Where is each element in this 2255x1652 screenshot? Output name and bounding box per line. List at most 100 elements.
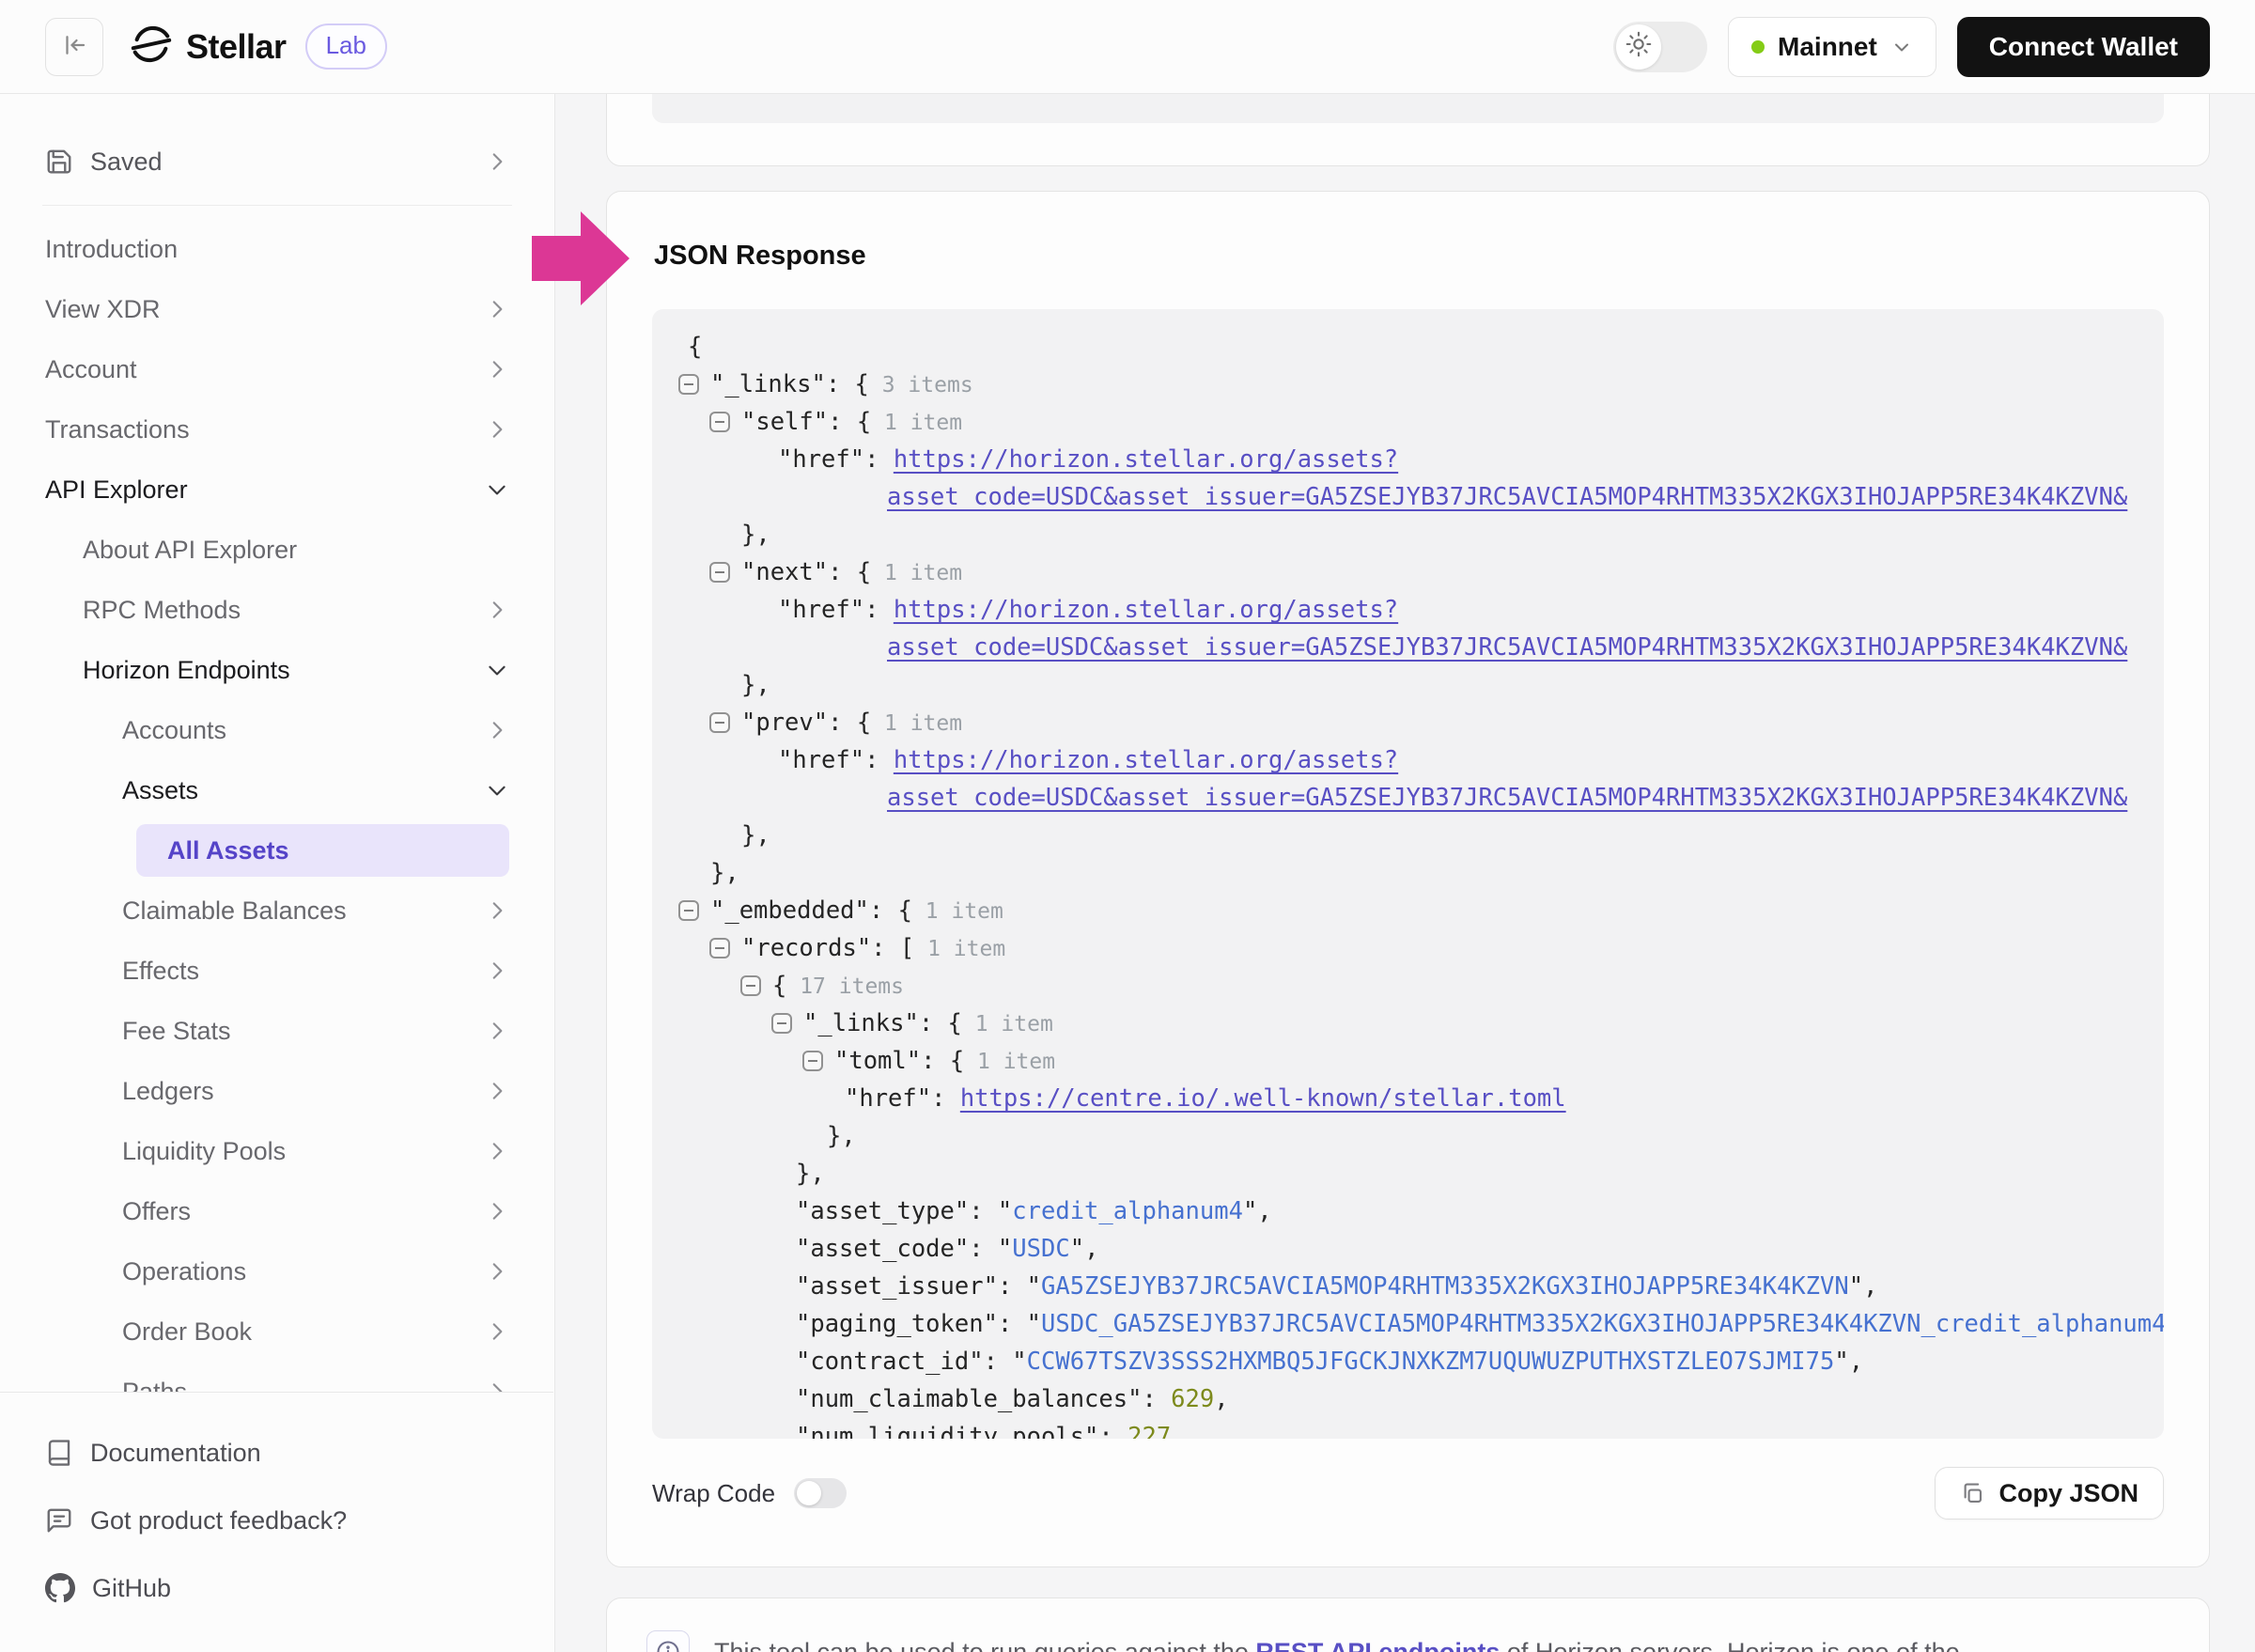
json-link[interactable]: https://horizon.stellar.org/assets? [894, 746, 1398, 774]
sidebar-item-label: Effects [122, 957, 199, 986]
json-line: asset_code=USDC&asset_issuer=GA5ZSEJYB37… [652, 478, 2164, 516]
sidebar-footer-item-github[interactable]: GitHub [0, 1554, 553, 1622]
collapse-toggle-icon[interactable] [678, 900, 699, 921]
sidebar: Saved IntroductionView XDRAccount Transac… [0, 94, 555, 1652]
sidebar-item-view-xdr[interactable]: View XDR [0, 279, 554, 339]
json-link[interactable]: https://horizon.stellar.org/assets? [894, 445, 1398, 474]
brand-logo[interactable]: Stellar Lab [130, 23, 387, 70]
sidebar-item-fee-stats[interactable]: Fee Stats [0, 1001, 554, 1061]
sun-icon [1625, 31, 1652, 62]
json-line: "_links": { 3 items [652, 366, 2164, 403]
rest-api-endpoints-link[interactable]: REST API endpoints [1255, 1638, 1500, 1652]
json-token: USDC [1012, 1235, 1069, 1263]
sidebar-item-claimable-balances[interactable]: Claimable Balances [0, 881, 554, 941]
json-token: }, [710, 859, 739, 887]
chevron-right-icon [485, 1139, 509, 1163]
json-response-card: JSON Response {"_links": { 3 items"self"… [606, 191, 2210, 1567]
chevron-right-icon [485, 718, 509, 742]
json-token: credit_alphanum4 [1012, 1197, 1243, 1225]
json-token: ", [1834, 1348, 1863, 1376]
sidebar-item-offers[interactable]: Offers [0, 1181, 554, 1241]
collapse-toggle-icon[interactable] [771, 1013, 792, 1034]
info-note-text: This tool can be used to run queries aga… [714, 1630, 1960, 1652]
sidebar-item-label: All Assets [167, 836, 289, 865]
collapse-toggle-icon[interactable] [709, 412, 730, 432]
sidebar-nav-list: IntroductionView XDRAccount Transactions A… [0, 219, 554, 1422]
sidebar-footer-label: GitHub [92, 1574, 171, 1603]
sidebar-item-label: About API Explorer [83, 536, 297, 565]
sidebar-divider [42, 205, 512, 206]
json-token: ", [1849, 1272, 1878, 1301]
item-count-label: 1 item [914, 937, 1005, 961]
collapse-toggle-icon[interactable] [678, 374, 699, 395]
collapse-toggle-icon[interactable] [709, 712, 730, 733]
json-token: "asset_issuer": " [796, 1272, 1041, 1301]
collapse-toggle-icon[interactable] [740, 975, 761, 996]
json-link[interactable]: asset_code=USDC&asset_issuer=GA5ZSEJYB37… [887, 483, 2127, 511]
network-selector[interactable]: Mainnet [1728, 17, 1936, 77]
json-line: }, [652, 666, 2164, 704]
json-line: asset_code=USDC&asset_issuer=GA5ZSEJYB37… [652, 779, 2164, 817]
collapse-toggle-icon[interactable] [709, 938, 730, 958]
sidebar-item-rpc-methods[interactable]: RPC Methods [0, 580, 554, 640]
sidebar-item-label: Assets [122, 776, 198, 805]
sidebar-item-account[interactable]: Account [0, 339, 554, 399]
json-token: "records": [ [741, 934, 914, 962]
json-line: "_embedded": { 1 item [652, 892, 2164, 929]
json-line: "next": { 1 item [652, 553, 2164, 591]
json-token: "contract_id": " [796, 1348, 1027, 1376]
previous-section-card [606, 94, 2210, 166]
sidebar-item-all-assets[interactable]: All Assets [0, 820, 554, 881]
json-line: { 17 items [652, 967, 2164, 1005]
sidebar-item-liquidity-pools[interactable]: Liquidity Pools [0, 1121, 554, 1181]
sidebar-item-effects[interactable]: Effects [0, 941, 554, 1001]
sidebar-item-transactions[interactable]: Transactions [0, 399, 554, 460]
json-token: { [688, 333, 702, 361]
sidebar-item-label: Offers [122, 1197, 191, 1226]
json-link[interactable]: asset_code=USDC&asset_issuer=GA5ZSEJYB37… [887, 784, 2127, 812]
sidebar-footer-item-documentation[interactable]: Documentation [0, 1419, 553, 1487]
item-count-label: 1 item [912, 899, 1003, 924]
json-line: }, [652, 516, 2164, 553]
annotation-arrow [532, 211, 630, 305]
collapse-toggle-icon[interactable] [802, 1051, 823, 1071]
sidebar-item-assets[interactable]: Assets [0, 760, 554, 820]
sidebar-item-horizon-endpoints[interactable]: Horizon Endpoints [0, 640, 554, 700]
sidebar-item-about-api-explorer[interactable]: About API Explorer [0, 520, 554, 580]
sidebar-item-label: Liquidity Pools [122, 1137, 286, 1166]
json-link[interactable]: asset_code=USDC&asset_issuer=GA5ZSEJYB37… [887, 633, 2127, 662]
sidebar-footer-item-got-product-feedback[interactable]: Got product feedback? [0, 1487, 553, 1554]
json-token: "prev": { [741, 709, 871, 737]
json-line: "toml": { 1 item [652, 1042, 2164, 1080]
sidebar-item-order-book[interactable]: Order Book [0, 1301, 554, 1362]
sidebar-item-api-explorer[interactable]: API Explorer [0, 460, 554, 520]
sidebar-item-label: Transactions [45, 415, 190, 444]
sidebar-item-accounts[interactable]: Accounts [0, 700, 554, 760]
item-count-label: 1 item [964, 1050, 1055, 1074]
json-link[interactable]: https://centre.io/.well-known/stellar.to… [960, 1084, 1566, 1113]
top-header: Stellar Lab Mainnet Connect Wallet [0, 0, 2255, 94]
theme-toggle[interactable] [1613, 22, 1707, 72]
json-link[interactable]: https://horizon.stellar.org/assets? [894, 596, 1398, 624]
sidebar-item-introduction[interactable]: Introduction [0, 219, 554, 279]
json-line: "prev": { 1 item [652, 704, 2164, 741]
collapse-toggle-icon[interactable] [709, 562, 730, 583]
collapse-sidebar-button[interactable] [45, 18, 103, 76]
json-token: , [1214, 1385, 1228, 1413]
sidebar-item-operations[interactable]: Operations [0, 1241, 554, 1301]
sidebar-item-label: API Explorer [45, 475, 188, 505]
wrap-code-toggle[interactable] [794, 1478, 847, 1508]
chevron-right-icon [485, 958, 509, 983]
json-token: ", [1070, 1235, 1099, 1263]
sidebar-item-label: Fee Stats [122, 1017, 231, 1046]
stellar-logo-icon [130, 23, 173, 70]
json-line: "asset_issuer": "GA5ZSEJYB37JRC5AVCIA5MO… [652, 1268, 2164, 1305]
copy-json-button[interactable]: Copy JSON [1935, 1467, 2164, 1520]
sidebar-item-ledgers[interactable]: Ledgers [0, 1061, 554, 1121]
json-token: }, [827, 1122, 856, 1150]
item-count-label: 1 item [871, 711, 962, 736]
connect-wallet-button[interactable]: Connect Wallet [1957, 17, 2210, 77]
json-token: "_embedded": { [710, 896, 912, 925]
sidebar-item-saved[interactable]: Saved [0, 132, 554, 192]
sidebar-item-label: Operations [122, 1257, 246, 1286]
